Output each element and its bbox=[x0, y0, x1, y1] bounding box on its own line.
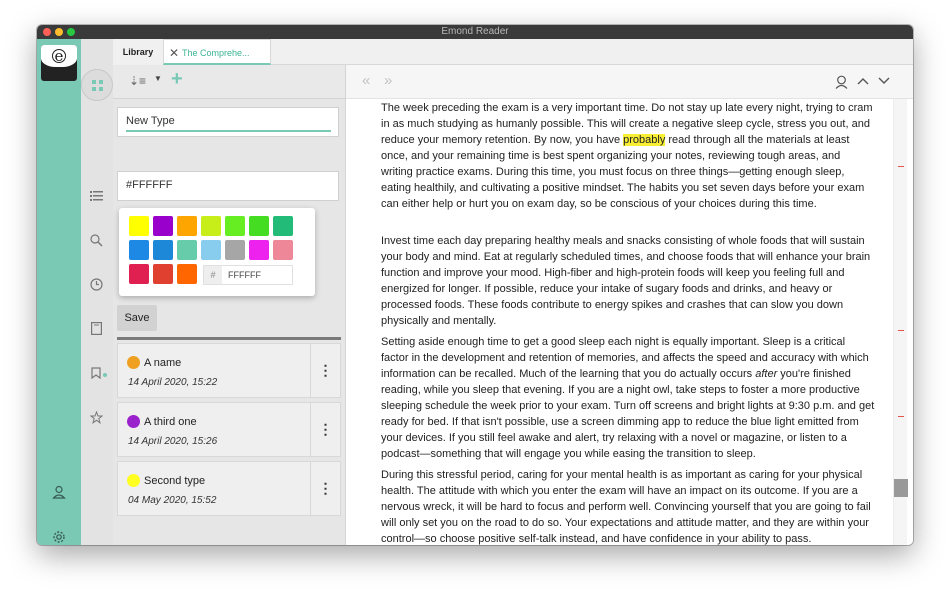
chevron-down-icon[interactable]: ▼ bbox=[154, 74, 162, 83]
color-swatch[interactable] bbox=[201, 216, 221, 236]
highlight-marker bbox=[898, 416, 904, 417]
tab-library[interactable]: Library bbox=[113, 39, 163, 65]
tab-document[interactable]: ✕ The Comprehe... bbox=[163, 39, 271, 65]
app-sidebar: e bbox=[37, 39, 81, 545]
window-title: Emond Reader bbox=[441, 26, 509, 37]
minimize-window-button[interactable] bbox=[55, 28, 63, 36]
grid-icon bbox=[92, 80, 103, 91]
close-window-button[interactable] bbox=[43, 28, 51, 36]
profile-icon[interactable] bbox=[835, 75, 848, 89]
color-swatch[interactable] bbox=[225, 240, 245, 260]
library-toolbar: ⇣≡ ▼ + bbox=[113, 65, 345, 99]
document-text[interactable]: The week preceding the exam is a very im… bbox=[381, 100, 875, 545]
add-type-button[interactable]: + bbox=[171, 68, 183, 91]
grid-view-button[interactable] bbox=[81, 69, 113, 101]
chevron-down-icon[interactable] bbox=[878, 77, 890, 85]
library-panel: ⇣≡ ▼ + # FFFFFF Save A name 14 April 202… bbox=[113, 65, 345, 545]
type-card[interactable]: A third one 14 April 2020, 15:26 ⋮ bbox=[117, 402, 341, 457]
active-indicator bbox=[103, 373, 107, 377]
highlight-marker bbox=[898, 166, 904, 167]
color-swatch[interactable] bbox=[225, 216, 245, 236]
type-name: A name bbox=[144, 357, 182, 369]
color-swatch[interactable] bbox=[153, 216, 173, 236]
hex-value: FFFFFF bbox=[228, 270, 261, 280]
reader-toolbar: « » bbox=[346, 65, 913, 99]
highlight-marker bbox=[898, 330, 904, 331]
back-arrow-icon[interactable]: « bbox=[362, 72, 370, 89]
color-swatch[interactable] bbox=[129, 216, 149, 236]
highlighted-text[interactable]: probably bbox=[623, 134, 666, 146]
type-date: 04 May 2020, 15:52 bbox=[128, 495, 217, 506]
type-name-input[interactable] bbox=[126, 115, 326, 127]
color-swatch[interactable] bbox=[249, 240, 269, 260]
color-swatch[interactable] bbox=[273, 216, 293, 236]
type-card[interactable]: A name 14 April 2020, 15:22 ⋮ bbox=[117, 343, 341, 398]
color-palette: # FFFFFF bbox=[119, 208, 315, 296]
reader-pane: « » The week preceding the exam is a ver… bbox=[346, 65, 913, 545]
more-menu-icon[interactable]: ⋮ bbox=[310, 462, 340, 515]
sort-icon[interactable]: ⇣≡ bbox=[129, 74, 146, 88]
type-color-dot bbox=[127, 415, 140, 428]
type-name-field[interactable] bbox=[117, 107, 339, 137]
gear-icon[interactable] bbox=[52, 530, 66, 544]
chevron-up-icon[interactable] bbox=[857, 77, 869, 85]
paragraph: During this stressful period, caring for… bbox=[381, 469, 871, 545]
color-swatch[interactable] bbox=[153, 264, 173, 284]
hex-input[interactable]: # FFFFFF bbox=[203, 265, 293, 285]
type-name: Second type bbox=[144, 475, 206, 487]
paragraph: Setting aside enough time to get a good … bbox=[381, 336, 875, 460]
app-logo[interactable]: e bbox=[41, 45, 77, 81]
scrollbar[interactable] bbox=[893, 99, 908, 545]
type-name: A third one bbox=[144, 416, 197, 428]
divider bbox=[117, 337, 341, 340]
paragraph: The week preceding the exam is a very im… bbox=[381, 102, 873, 210]
close-tab-icon[interactable]: ✕ bbox=[169, 40, 179, 66]
bookmark-icon[interactable] bbox=[91, 367, 101, 379]
color-swatch[interactable] bbox=[177, 216, 197, 236]
color-swatch[interactable] bbox=[201, 240, 221, 260]
color-swatch[interactable] bbox=[249, 216, 269, 236]
clock-icon[interactable] bbox=[90, 278, 103, 291]
color-swatch[interactable] bbox=[273, 240, 293, 260]
book-icon[interactable] bbox=[91, 322, 102, 335]
list-icon[interactable] bbox=[90, 191, 103, 201]
type-date: 14 April 2020, 15:26 bbox=[128, 436, 218, 447]
color-swatch[interactable] bbox=[129, 240, 149, 260]
save-button[interactable]: Save bbox=[117, 305, 157, 331]
type-color-dot bbox=[127, 356, 140, 369]
star-icon[interactable] bbox=[90, 411, 103, 424]
color-field[interactable] bbox=[117, 171, 339, 201]
zoom-window-button[interactable] bbox=[67, 28, 75, 36]
color-swatch[interactable] bbox=[129, 264, 149, 284]
user-icon[interactable] bbox=[52, 485, 66, 499]
app-window: Emond Reader e Library ✕ The Comprehe...… bbox=[37, 25, 913, 545]
color-input[interactable] bbox=[126, 179, 326, 191]
paragraph: Invest time each day preparing healthy m… bbox=[381, 235, 871, 327]
search-icon[interactable] bbox=[90, 234, 103, 247]
more-menu-icon[interactable]: ⋮ bbox=[310, 344, 340, 397]
forward-arrow-icon[interactable]: » bbox=[384, 72, 392, 89]
library-nav bbox=[81, 39, 113, 545]
type-date: 14 April 2020, 15:22 bbox=[128, 377, 218, 388]
tab-bar: Library ✕ The Comprehe... bbox=[113, 39, 913, 65]
logo-letter: e bbox=[54, 47, 64, 65]
type-card[interactable]: Second type 04 May 2020, 15:52 ⋮ bbox=[117, 461, 341, 516]
title-bar: Emond Reader bbox=[37, 25, 913, 39]
type-color-dot bbox=[127, 474, 140, 487]
hex-prefix: # bbox=[204, 266, 222, 284]
color-swatch[interactable] bbox=[177, 264, 197, 284]
scroll-thumb[interactable] bbox=[894, 479, 908, 497]
color-swatch[interactable] bbox=[153, 240, 173, 260]
color-swatch[interactable] bbox=[177, 240, 197, 260]
more-menu-icon[interactable]: ⋮ bbox=[310, 403, 340, 456]
tab-document-label: The Comprehe... bbox=[182, 48, 250, 58]
